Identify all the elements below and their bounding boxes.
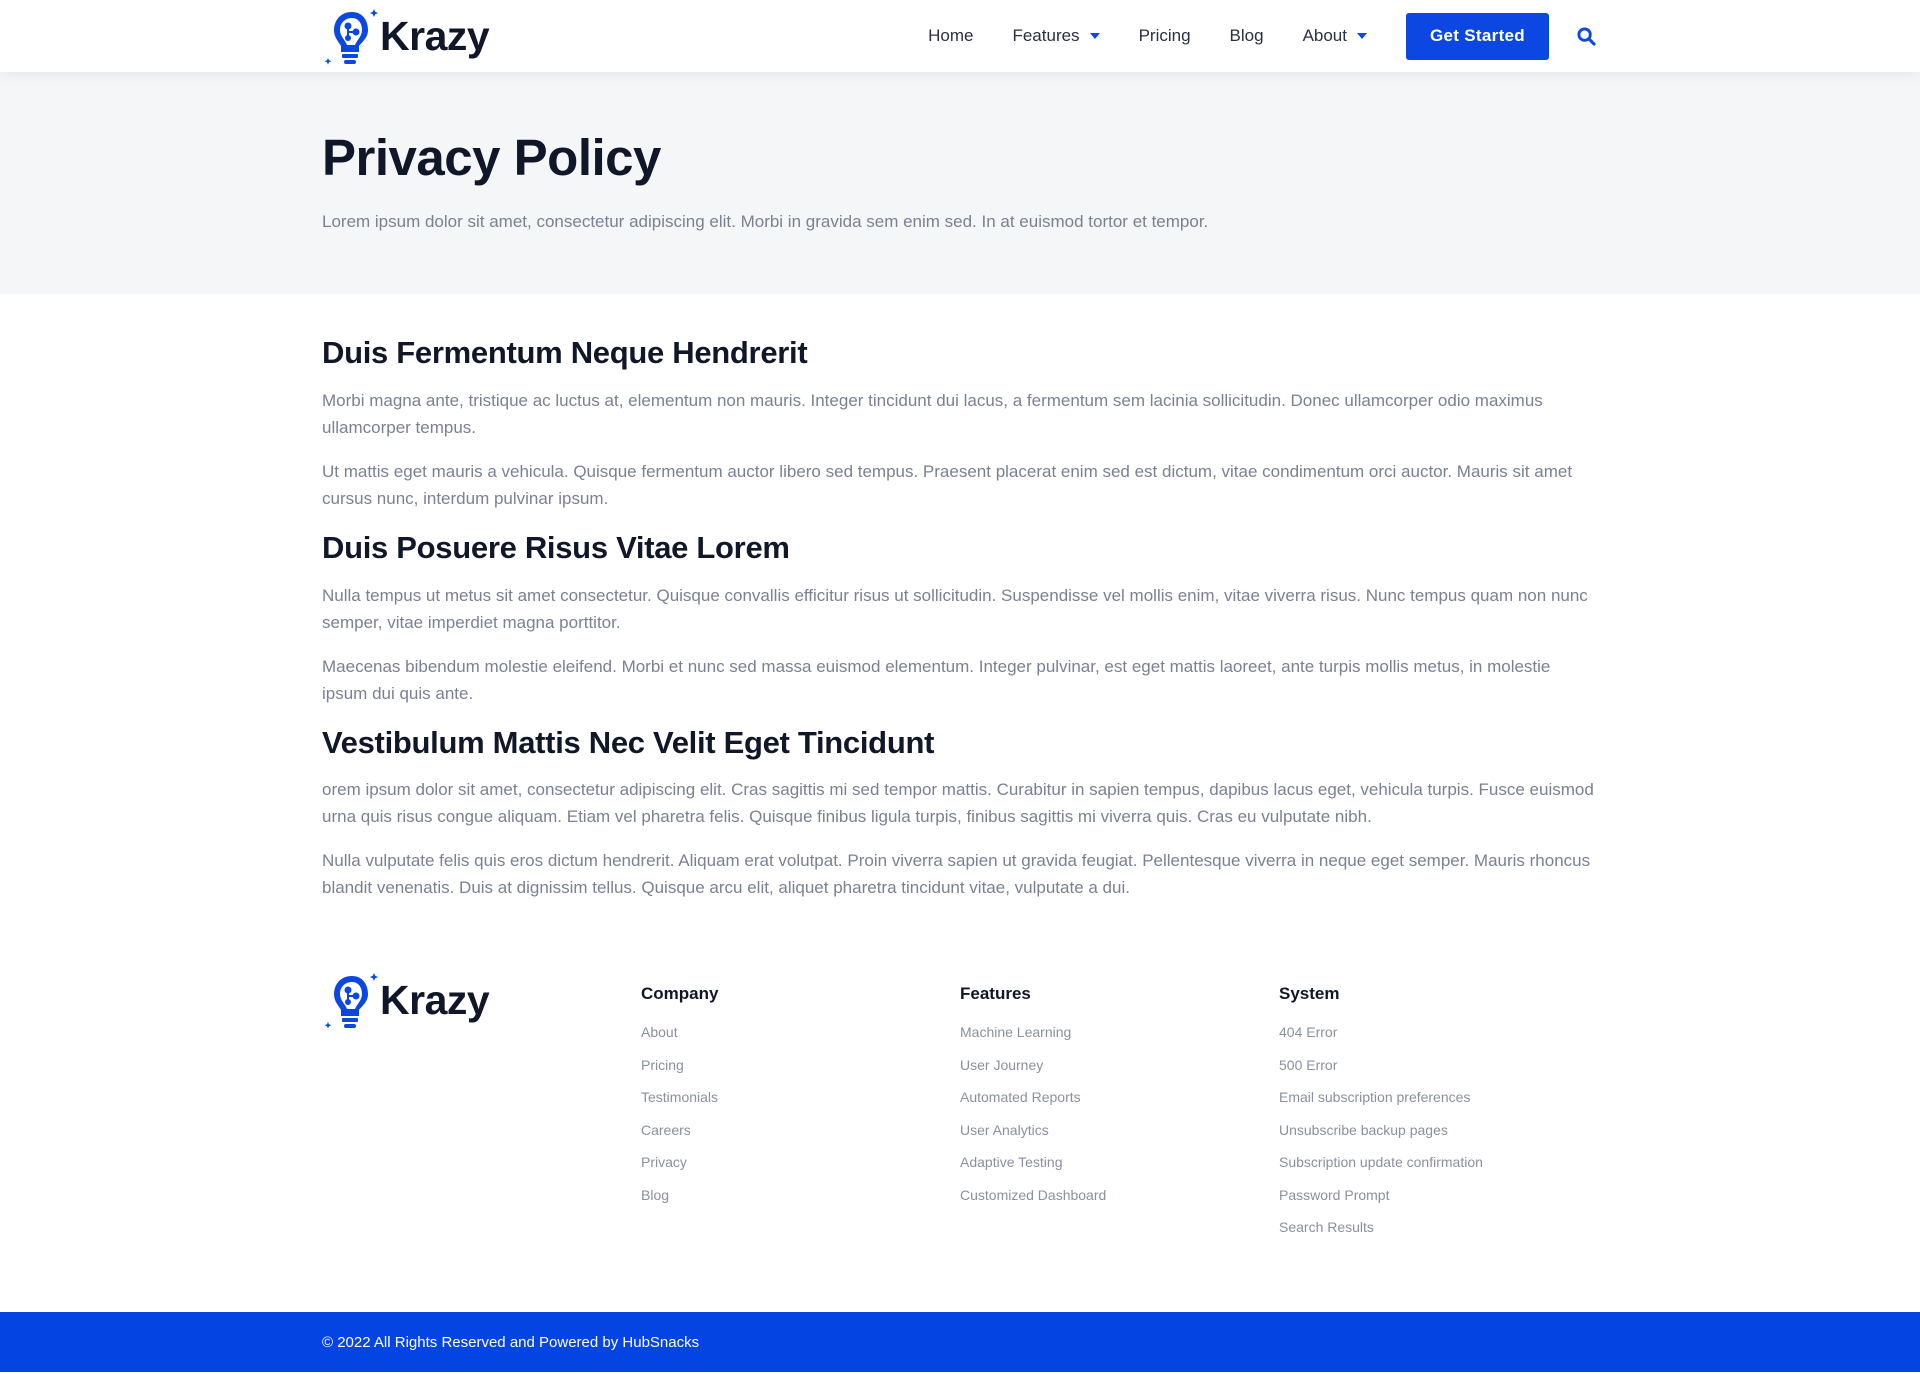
section-heading: Duis Posuere Risus Vitae Lorem	[322, 529, 790, 565]
nav-item-label: Home	[928, 26, 974, 45]
footer-link[interactable]: Blog	[641, 1187, 960, 1220]
section-paragraph: orem ipsum dolor sit amet, consectetur a…	[322, 780, 1594, 827]
brand-name: Krazy	[380, 12, 490, 59]
nav-item-label: Blog	[1229, 26, 1264, 45]
footer-link[interactable]: About	[641, 1024, 960, 1057]
page-hero: Privacy Policy Lorem ipsum dolor sit ame…	[0, 72, 1920, 294]
policy-section: Vestibulum Mattis Nec Velit Eget Tincidu…	[322, 724, 1598, 902]
nav-item-about[interactable]: About	[1303, 26, 1367, 46]
brand-name: Krazy	[380, 976, 490, 1023]
section-paragraph: Maecenas bibendum molestie eleifend. Mor…	[322, 656, 1551, 703]
footer-link[interactable]: Machine Learning	[960, 1024, 1279, 1057]
page-title: Privacy Policy	[322, 129, 661, 186]
section-paragraph: Nulla tempus ut metus sit amet consectet…	[322, 585, 1588, 632]
footer-link[interactable]: User Analytics	[960, 1122, 1279, 1155]
main-nav: Home Features Pricing Blog About Get Sta…	[928, 12, 1598, 60]
footer-link[interactable]: Subscription update confirmation	[1279, 1154, 1598, 1187]
nav-item-label: Features	[1012, 26, 1080, 45]
get-started-button[interactable]: Get Started	[1406, 12, 1549, 60]
nav-item-label: About	[1302, 26, 1347, 45]
footer-link[interactable]: Password Prompt	[1279, 1187, 1598, 1220]
footer-column-company: Company About Pricing Testimonials Caree…	[641, 970, 960, 1252]
footer-column-title: Features	[960, 984, 1031, 1003]
header-logo[interactable]: Krazy	[322, 6, 490, 66]
policy-content: Duis Fermentum Neque Hendrerit Morbi mag…	[0, 294, 1920, 901]
footer-link[interactable]: Adaptive Testing	[960, 1154, 1279, 1187]
section-heading: Vestibulum Mattis Nec Velit Eget Tincidu…	[322, 724, 935, 760]
footer-link[interactable]: Pricing	[641, 1057, 960, 1090]
footer-link[interactable]: Email subscription preferences	[1279, 1089, 1598, 1122]
footer-link[interactable]: Customized Dashboard	[960, 1187, 1279, 1220]
site-header: Krazy Home Features Pricing Blog About G…	[0, 0, 1920, 72]
footer-column-title: System	[1279, 984, 1340, 1003]
footer-link[interactable]: Careers	[641, 1122, 960, 1155]
policy-section: Duis Fermentum Neque Hendrerit Morbi mag…	[322, 334, 1598, 512]
copyright-bar: © 2022 All Rights Reserved and Powered b…	[0, 1312, 1920, 1372]
footer-column-features: Features Machine Learning User Journey A…	[960, 970, 1279, 1252]
policy-section: Duis Posuere Risus Vitae Lorem Nulla tem…	[322, 529, 1598, 707]
lightbulb-logo-icon	[324, 973, 378, 1029]
nav-item-blog[interactable]: Blog	[1230, 26, 1264, 46]
chevron-down-icon	[1357, 33, 1367, 39]
chevron-down-icon	[1089, 33, 1100, 39]
footer-column-system: System 404 Error 500 Error Email subscri…	[1279, 970, 1598, 1252]
page-subtitle: Lorem ipsum dolor sit amet, consectetur …	[322, 212, 1209, 232]
footer-link[interactable]: 404 Error	[1279, 1024, 1598, 1057]
footer-logo[interactable]: Krazy	[322, 970, 641, 1030]
section-paragraph: Ut mattis eget mauris a vehicula. Quisqu…	[322, 461, 1573, 508]
lightbulb-logo-icon	[324, 9, 378, 65]
footer-link[interactable]: 500 Error	[1279, 1057, 1598, 1090]
footer-link[interactable]: Automated Reports	[960, 1089, 1279, 1122]
section-paragraph: Morbi magna ante, tristique ac luctus at…	[322, 390, 1543, 437]
nav-item-pricing[interactable]: Pricing	[1139, 26, 1191, 46]
section-paragraph: Nulla vulputate felis quis eros dictum h…	[322, 851, 1591, 898]
copyright-text: © 2022 All Rights Reserved and Powered b…	[322, 1333, 700, 1351]
section-heading: Duis Fermentum Neque Hendrerit	[322, 335, 808, 370]
search-icon[interactable]	[1574, 24, 1598, 48]
nav-item-features[interactable]: Features	[1012, 26, 1100, 46]
nav-item-home[interactable]: Home	[928, 26, 973, 46]
footer-link[interactable]: User Journey	[960, 1057, 1279, 1090]
footer-link[interactable]: Testimonials	[641, 1089, 960, 1122]
site-footer: Krazy Company About Pricing Testimonials…	[0, 970, 1920, 1252]
footer-link[interactable]: Unsubscribe backup pages	[1279, 1122, 1598, 1155]
footer-link[interactable]: Privacy	[641, 1154, 960, 1187]
footer-column-title: Company	[641, 984, 719, 1003]
footer-link[interactable]: Search Results	[1279, 1219, 1598, 1252]
nav-item-label: Pricing	[1138, 26, 1191, 45]
